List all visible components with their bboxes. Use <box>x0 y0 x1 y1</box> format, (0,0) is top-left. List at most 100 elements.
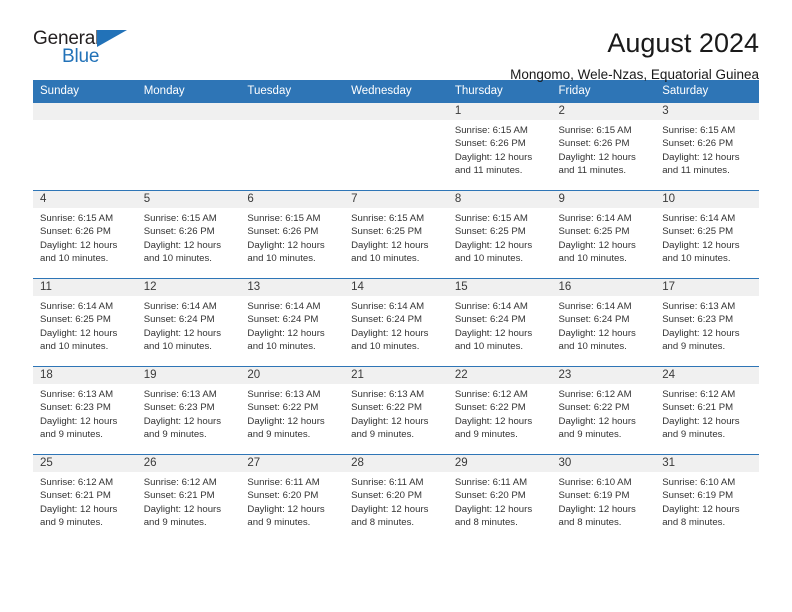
calendar-day-cell[interactable]: 23 Sunrise: 6:12 AM Sunset: 6:22 PM Dayligh… <box>551 366 656 455</box>
sunset-text: Sunset: 6:22 PM <box>558 402 630 414</box>
daylight-text: Daylight: 12 hours and 10 minutes. <box>143 327 222 353</box>
calendar-day-cell[interactable]: 30 Sunrise: 6:10 AM Sunset: 6:19 PM Dayligh… <box>551 454 656 543</box>
day-details: Sunrise: 6:13 AM Sunset: 6:22 PM Daylight:… <box>240 384 344 442</box>
sunrise-text: Sunrise: 6:14 AM <box>247 301 321 312</box>
general-blue-logo[interactable]: General Blue <box>33 28 141 72</box>
calendar-day-cell[interactable]: 1 Sunrise: 6:15 AM Sunset: 6:26 PM Daylight… <box>447 102 552 191</box>
calendar-day-cell[interactable]: 24 Sunrise: 6:12 AM Sunset: 6:21 PM Dayligh… <box>655 366 759 455</box>
calendar-day-cell[interactable]: 26 Sunrise: 6:12 AM Sunset: 6:21 PM Dayligh… <box>136 454 241 543</box>
day-number: 7 <box>344 191 448 208</box>
calendar-day-cell[interactable]: 14 Sunrise: 6:14 AM Sunset: 6:24 PM Dayligh… <box>344 278 448 367</box>
sunset-text: Sunset: 6:22 PM <box>247 402 319 414</box>
day-details: Sunrise: 6:10 AM Sunset: 6:19 PM Daylight:… <box>552 472 656 530</box>
daylight-text: Daylight: 12 hours and 9 minutes. <box>143 415 222 441</box>
calendar-day-cell[interactable]: 18 Sunrise: 6:13 AM Sunset: 6:23 PM Dayligh… <box>33 366 137 455</box>
sunrise-text: Sunrise: 6:14 AM <box>40 301 114 312</box>
day-details: Sunrise: 6:14 AM Sunset: 6:25 PM Daylight:… <box>33 296 137 354</box>
sunrise-text: Sunrise: 6:15 AM <box>662 125 736 136</box>
calendar-day-cell[interactable]: 7 Sunrise: 6:15 AM Sunset: 6:25 PM Daylight… <box>344 190 448 279</box>
calendar-day-cell[interactable]: 5 Sunrise: 6:15 AM Sunset: 6:26 PM Daylight… <box>136 190 241 279</box>
day-details: Sunrise: 6:15 AM Sunset: 6:26 PM Daylight:… <box>552 120 656 178</box>
day-number: 6 <box>240 191 345 208</box>
day-details: Sunrise: 6:11 AM Sunset: 6:20 PM Daylight:… <box>344 472 448 530</box>
calendar-day-cell[interactable]: 31 Sunrise: 6:10 AM Sunset: 6:19 PM Dayligh… <box>655 454 759 543</box>
calendar-day-cell[interactable]: 13 Sunrise: 6:14 AM Sunset: 6:24 PM Dayligh… <box>240 278 345 367</box>
calendar-day-cell[interactable]: 17 Sunrise: 6:13 AM Sunset: 6:23 PM Dayligh… <box>655 278 759 367</box>
daylight-text: Daylight: 12 hours and 10 minutes. <box>40 327 118 353</box>
daylight-text: Daylight: 12 hours and 9 minutes. <box>247 503 325 529</box>
day-details: Sunrise: 6:13 AM Sunset: 6:22 PM Daylight:… <box>344 384 448 442</box>
daylight-text: Daylight: 12 hours and 10 minutes. <box>454 239 533 265</box>
calendar-day-cell[interactable]: 28 Sunrise: 6:11 AM Sunset: 6:20 PM Dayligh… <box>344 454 448 543</box>
sunrise-text: Sunrise: 6:13 AM <box>40 389 114 400</box>
day-details: Sunrise: 6:15 AM Sunset: 6:26 PM Daylight:… <box>448 120 552 178</box>
calendar-day-cell[interactable]: 2 Sunrise: 6:15 AM Sunset: 6:26 PM Daylight… <box>551 102 656 191</box>
day-number: 3 <box>655 103 759 120</box>
sunrise-text: Sunrise: 6:14 AM <box>558 301 632 312</box>
daylight-text: Daylight: 12 hours and 9 minutes. <box>247 415 325 441</box>
calendar-day-cell[interactable]: 29 Sunrise: 6:11 AM Sunset: 6:20 PM Dayligh… <box>447 454 552 543</box>
sunset-text: Sunset: 6:23 PM <box>662 314 734 326</box>
sunset-text: Sunset: 6:24 PM <box>454 314 526 326</box>
calendar-body: 1 Sunrise: 6:15 AM Sunset: 6:26 PM Daylight… <box>33 102 759 543</box>
calendar-day-cell[interactable]: 8 Sunrise: 6:15 AM Sunset: 6:25 PM Daylight… <box>447 190 552 279</box>
day-number: 1 <box>447 103 552 120</box>
day-number: 13 <box>240 279 345 296</box>
calendar-day-cell[interactable]: 25 Sunrise: 6:12 AM Sunset: 6:21 PM Dayligh… <box>33 454 137 543</box>
sunset-text: Sunset: 6:22 PM <box>351 402 423 414</box>
calendar-day-cell[interactable]: 9 Sunrise: 6:14 AM Sunset: 6:25 PM Daylight… <box>551 190 656 279</box>
sunset-text: Sunset: 6:24 PM <box>558 314 630 326</box>
day-number: 28 <box>344 455 448 472</box>
daylight-text: Daylight: 12 hours and 10 minutes. <box>351 327 429 353</box>
calendar-table: Sunday Monday Tuesday Wednesday Thursday Frid… <box>33 80 759 543</box>
page-header: General Blue August 2024 Mongomo, Wele-N… <box>33 0 759 82</box>
day-number: 29 <box>447 455 552 472</box>
sunset-text: Sunset: 6:26 PM <box>662 138 734 150</box>
daylight-text: Daylight: 12 hours and 9 minutes. <box>454 415 533 441</box>
sunrise-text: Sunrise: 6:13 AM <box>662 301 736 312</box>
sunset-text: Sunset: 6:20 PM <box>454 490 526 502</box>
sunrise-text: Sunrise: 6:15 AM <box>454 125 528 136</box>
day-number: 9 <box>551 191 656 208</box>
sunset-text: Sunset: 6:25 PM <box>454 226 526 238</box>
calendar-day-cell[interactable]: 22 Sunrise: 6:12 AM Sunset: 6:22 PM Dayligh… <box>447 366 552 455</box>
calendar-cell-empty <box>344 102 448 191</box>
daylight-text: Daylight: 12 hours and 10 minutes. <box>454 327 533 353</box>
daylight-text: Daylight: 12 hours and 9 minutes. <box>351 415 429 441</box>
day-number: 12 <box>136 279 241 296</box>
calendar-day-cell[interactable]: 19 Sunrise: 6:13 AM Sunset: 6:23 PM Dayligh… <box>136 366 241 455</box>
calendar-page: General Blue August 2024 Mongomo, Wele-N… <box>0 0 792 612</box>
calendar-day-cell[interactable]: 15 Sunrise: 6:14 AM Sunset: 6:24 PM Dayligh… <box>447 278 552 367</box>
day-number: 14 <box>344 279 448 296</box>
day-details: Sunrise: 6:12 AM Sunset: 6:21 PM Daylight:… <box>655 384 759 442</box>
calendar-day-cell[interactable]: 10 Sunrise: 6:14 AM Sunset: 6:25 PM Dayligh… <box>655 190 759 279</box>
sunrise-text: Sunrise: 6:13 AM <box>143 389 217 400</box>
calendar-day-cell[interactable]: 20 Sunrise: 6:13 AM Sunset: 6:22 PM Dayligh… <box>240 366 345 455</box>
calendar-day-cell[interactable]: 4 Sunrise: 6:15 AM Sunset: 6:26 PM Daylight… <box>33 190 137 279</box>
daylight-text: Daylight: 12 hours and 8 minutes. <box>454 503 533 529</box>
daylight-text: Daylight: 12 hours and 10 minutes. <box>143 239 222 265</box>
sunset-text: Sunset: 6:22 PM <box>454 402 526 414</box>
day-number: 17 <box>655 279 759 296</box>
daylight-text: Daylight: 12 hours and 9 minutes. <box>662 415 740 441</box>
sunset-text: Sunset: 6:26 PM <box>454 138 526 150</box>
calendar-day-cell[interactable]: 3 Sunrise: 6:15 AM Sunset: 6:26 PM Daylight… <box>655 102 759 191</box>
day-number: 15 <box>447 279 552 296</box>
sunset-text: Sunset: 6:24 PM <box>143 314 215 326</box>
sunrise-text: Sunrise: 6:10 AM <box>558 477 632 488</box>
calendar-cell-empty <box>136 102 241 191</box>
calendar-day-cell[interactable]: 6 Sunrise: 6:15 AM Sunset: 6:26 PM Daylight… <box>240 190 345 279</box>
calendar-day-cell[interactable]: 16 Sunrise: 6:14 AM Sunset: 6:24 PM Dayligh… <box>551 278 656 367</box>
calendar-day-cell[interactable]: 11 Sunrise: 6:14 AM Sunset: 6:25 PM Dayligh… <box>33 278 137 367</box>
daylight-text: Daylight: 12 hours and 9 minutes. <box>143 503 222 529</box>
sunrise-text: Sunrise: 6:14 AM <box>351 301 425 312</box>
sunset-text: Sunset: 6:21 PM <box>143 490 215 502</box>
calendar-day-cell[interactable]: 21 Sunrise: 6:13 AM Sunset: 6:22 PM Dayligh… <box>344 366 448 455</box>
daylight-text: Daylight: 12 hours and 9 minutes. <box>558 415 636 441</box>
day-details: Sunrise: 6:15 AM Sunset: 6:25 PM Daylight:… <box>344 208 448 266</box>
calendar-week-row: 11 Sunrise: 6:14 AM Sunset: 6:25 PM Dayligh… <box>33 278 759 367</box>
calendar-day-cell[interactable]: 12 Sunrise: 6:14 AM Sunset: 6:24 PM Dayligh… <box>136 278 241 367</box>
calendar-day-cell[interactable]: 27 Sunrise: 6:11 AM Sunset: 6:20 PM Dayligh… <box>240 454 345 543</box>
sunrise-text: Sunrise: 6:15 AM <box>558 125 632 136</box>
sunset-text: Sunset: 6:19 PM <box>662 490 734 502</box>
